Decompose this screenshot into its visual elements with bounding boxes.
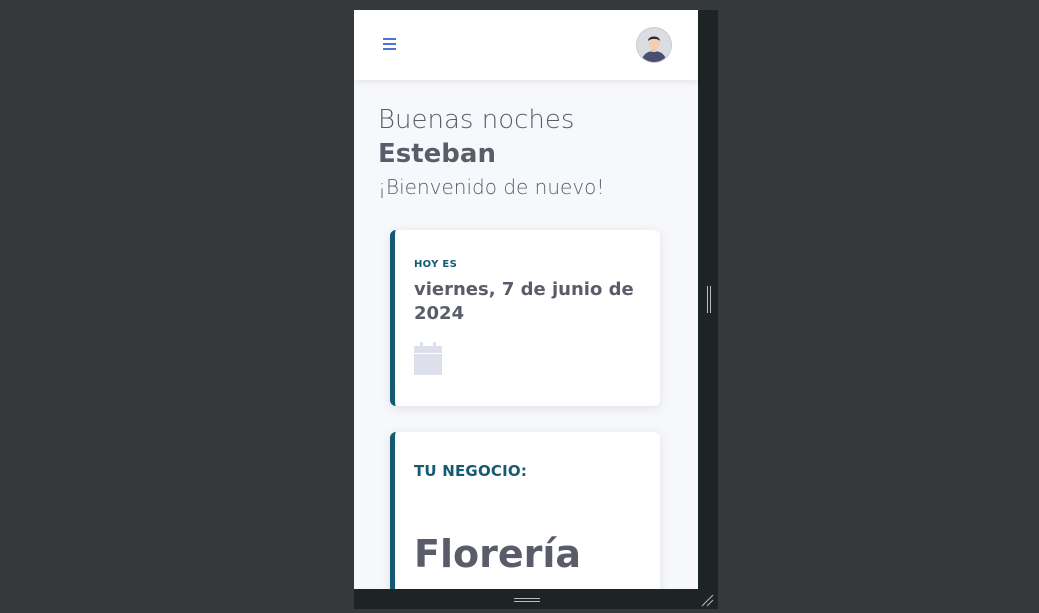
date-card: HOY ES viernes, 7 de junio de 2024	[390, 230, 660, 406]
welcome-text: ¡Bienvenido de nuevo!	[378, 175, 605, 199]
calendar-icon	[414, 342, 442, 375]
current-date: viernes, 7 de junio de 2024	[414, 279, 634, 324]
date-card-label: HOY ES	[414, 259, 458, 270]
greeting-text: Buenas noches	[378, 105, 575, 135]
business-name: Florería	[414, 532, 582, 576]
business-card-label: TU NEGOCIO:	[414, 462, 528, 480]
resize-handle-bottom[interactable]	[514, 596, 540, 604]
resize-corner-icon[interactable]	[701, 592, 714, 607]
hamburger-menu-icon[interactable]	[382, 36, 398, 50]
user-name: Esteban	[378, 139, 496, 169]
top-navbar	[354, 10, 698, 80]
device-frame: Buenas noches Esteban ¡Bienvenido de nue…	[354, 10, 718, 609]
user-avatar[interactable]	[637, 28, 671, 62]
app-viewport: Buenas noches Esteban ¡Bienvenido de nue…	[354, 10, 698, 589]
greeting-block: Buenas noches Esteban ¡Bienvenido de nue…	[378, 103, 604, 203]
business-card: TU NEGOCIO: Florería	[390, 432, 660, 589]
resize-handle-right[interactable]	[706, 286, 712, 313]
